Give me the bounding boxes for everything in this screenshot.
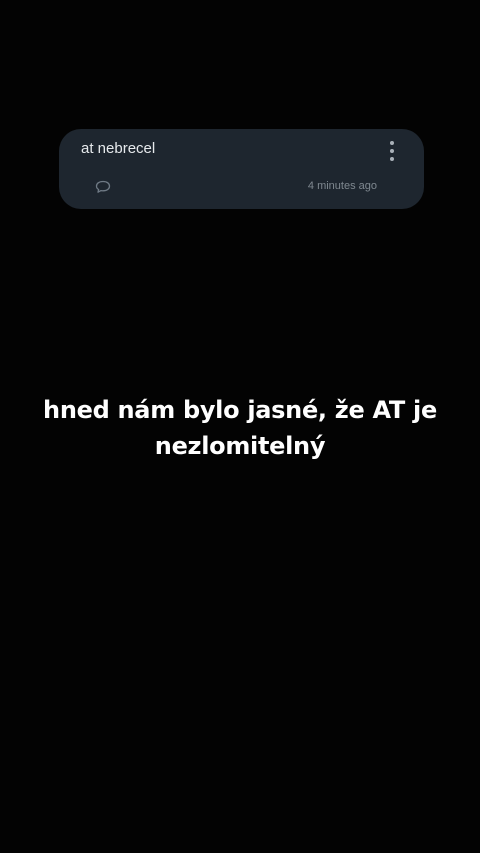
- comment-card: at nebrecel 4 minutes ago: [59, 129, 424, 209]
- video-frame: at nebrecel 4 minutes ago hned nám bylo …: [0, 0, 480, 853]
- comment-text: at nebrecel: [81, 140, 156, 157]
- more-vertical-icon: [390, 141, 394, 145]
- more-options-button[interactable]: [382, 139, 402, 163]
- speech-bubble-icon[interactable]: [94, 179, 112, 195]
- video-caption: hned nám bylo jasné, že AT je nezlomitel…: [43, 396, 437, 460]
- comment-timestamp: 4 minutes ago: [307, 180, 377, 192]
